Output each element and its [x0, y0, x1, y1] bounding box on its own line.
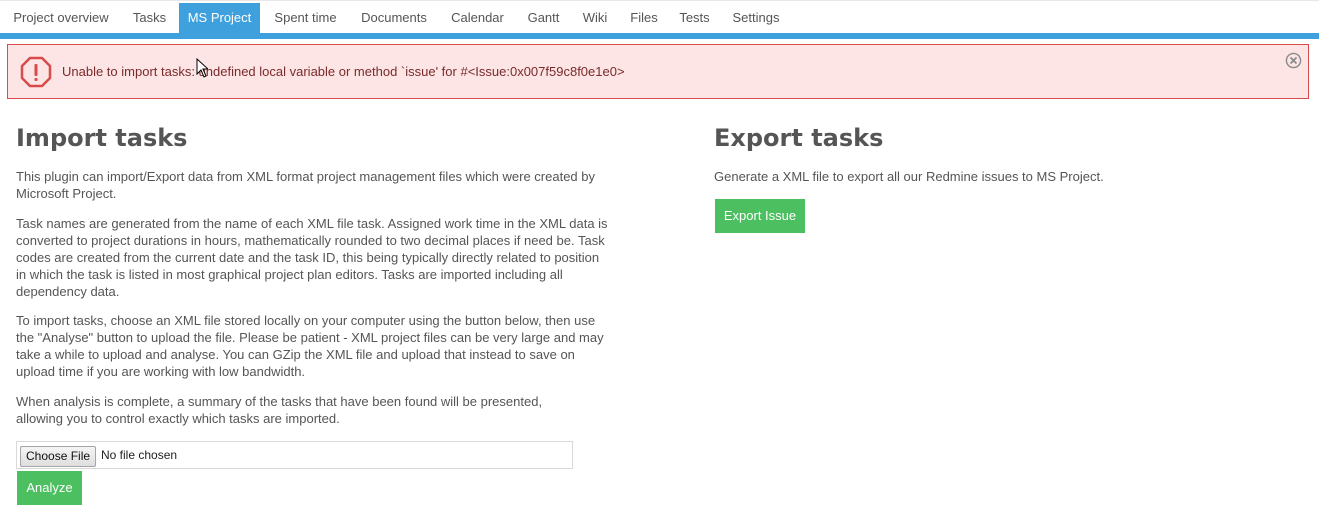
tab-files[interactable]: Files — [624, 3, 664, 33]
mouse-cursor-icon — [196, 58, 208, 78]
import-tasks-heading: Import tasks — [16, 124, 188, 152]
tab-tests[interactable]: Tests — [673, 3, 716, 33]
file-input[interactable]: Choose File No file chosen — [16, 441, 573, 469]
tab-tasks[interactable]: Tasks — [122, 3, 177, 33]
tab-gantt[interactable]: Gantt — [519, 3, 568, 33]
error-icon — [20, 56, 52, 88]
error-message-text: Unable to import tasks: undefined local … — [62, 64, 625, 79]
tab-spent-time[interactable]: Spent time — [263, 3, 348, 33]
import-description-1: This plugin can import/Export data from … — [16, 169, 595, 201]
import-description-3: To import tasks, choose an XML file stor… — [16, 313, 604, 379]
project-tabs: Project overview Tasks MS Project Spent … — [0, 3, 1319, 33]
export-tasks-heading: Export tasks — [714, 124, 884, 152]
tab-ms-project[interactable]: MS Project — [179, 3, 260, 33]
import-description-4: When analysis is complete, a summary of … — [16, 394, 543, 426]
tab-settings[interactable]: Settings — [726, 3, 786, 33]
analyze-button[interactable]: Analyze — [17, 471, 82, 505]
choose-file-button[interactable]: Choose File — [20, 446, 97, 467]
export-description: Generate a XML file to export all our Re… — [714, 169, 1104, 184]
tab-project-overview[interactable]: Project overview — [0, 3, 122, 33]
close-circle-icon[interactable] — [1285, 52, 1302, 69]
tab-calendar[interactable]: Calendar — [441, 3, 514, 33]
tab-documents[interactable]: Documents — [351, 3, 437, 33]
import-description-2: Task names are generated from the name o… — [16, 216, 608, 299]
tab-underline-bar — [0, 33, 1319, 39]
tab-wiki[interactable]: Wiki — [575, 3, 615, 33]
file-status-text: No file chosen — [101, 448, 178, 462]
export-issue-button[interactable]: Export Issue — [715, 199, 805, 233]
